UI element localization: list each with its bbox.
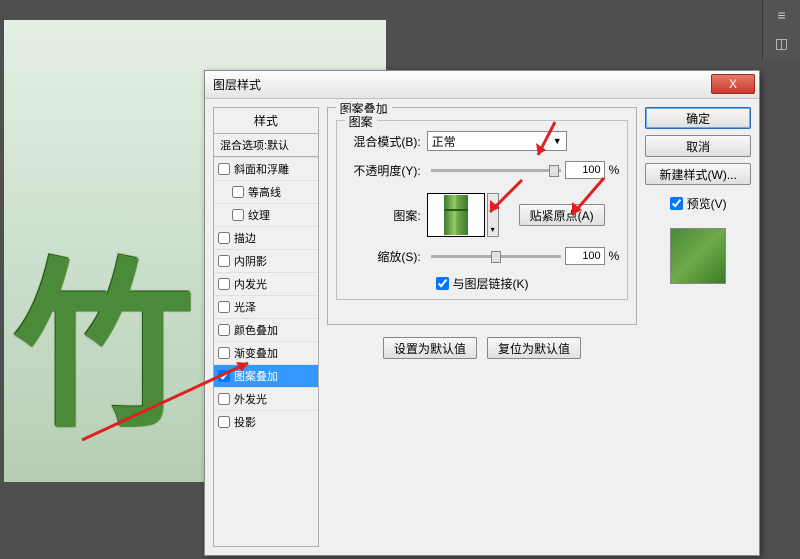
style-label-7: 颜色叠加	[234, 322, 278, 338]
pattern-title: 图案	[345, 113, 377, 130]
style-checkbox-3[interactable]	[218, 232, 230, 244]
dialog-title: 图层样式	[213, 76, 261, 93]
style-label-3: 描边	[234, 230, 256, 246]
style-label-6: 光泽	[234, 299, 256, 315]
center-panel: 图案叠加 图案 混合模式(B): 正常 ▼ 不透明度(Y):	[327, 107, 638, 547]
scale-slider[interactable]	[431, 255, 561, 258]
blend-mode-value: 正常	[432, 133, 456, 150]
toolbar-icon-1[interactable]: ≡	[766, 2, 798, 28]
style-label-2: 纹理	[248, 207, 270, 223]
opacity-thumb[interactable]	[549, 165, 559, 177]
set-default-button[interactable]: 设置为默认值	[383, 337, 477, 359]
reset-default-button[interactable]: 复位为默认值	[487, 337, 581, 359]
style-item-11[interactable]: 投影	[214, 410, 318, 433]
blend-mode-dropdown[interactable]: 正常 ▼	[427, 131, 567, 151]
dialog-body: 样式 混合选项:默认 斜面和浮雕等高线纹理描边内阴影内发光光泽颜色叠加渐变叠加图…	[205, 99, 759, 555]
style-label-1: 等高线	[248, 184, 281, 200]
dialog-titlebar[interactable]: 图层样式 X	[205, 71, 759, 99]
style-checkbox-1[interactable]	[232, 186, 244, 198]
pattern-fieldset: 图案 混合模式(B): 正常 ▼ 不透明度(Y):	[336, 120, 629, 300]
style-checkbox-10[interactable]	[218, 393, 230, 405]
pattern-row: 图案: ▾ 贴紧原点(A)	[345, 193, 620, 237]
opacity-label: 不透明度(Y):	[345, 162, 427, 179]
style-label-11: 投影	[234, 414, 256, 430]
toolbar-icon-2[interactable]: ◫	[766, 30, 798, 56]
blend-mode-row: 混合模式(B): 正常 ▼	[345, 131, 620, 151]
bamboo-pattern-icon	[444, 195, 468, 235]
scale-label: 缩放(S):	[345, 248, 427, 265]
style-label-8: 渐变叠加	[234, 345, 278, 361]
chevron-down-icon: ▼	[553, 136, 562, 146]
style-checkbox-2[interactable]	[232, 209, 244, 221]
style-checkbox-0[interactable]	[218, 163, 230, 175]
right-panel: 确定 取消 新建样式(W)... 预览(V)	[645, 107, 751, 547]
new-style-button[interactable]: 新建样式(W)...	[645, 163, 751, 185]
style-item-3[interactable]: 描边	[214, 226, 318, 249]
cancel-button[interactable]: 取消	[645, 135, 751, 157]
style-item-4[interactable]: 内阴影	[214, 249, 318, 272]
ok-button[interactable]: 确定	[645, 107, 751, 129]
preview-swatch	[670, 228, 726, 284]
style-checkbox-11[interactable]	[218, 416, 230, 428]
style-item-7[interactable]: 颜色叠加	[214, 318, 318, 341]
link-row: 与图层链接(K)	[345, 275, 620, 292]
pattern-label: 图案:	[345, 207, 427, 224]
style-item-0[interactable]: 斜面和浮雕	[214, 157, 318, 180]
style-label-4: 内阴影	[234, 253, 267, 269]
right-toolbar: ≡ ◫	[762, 0, 800, 60]
pattern-swatch[interactable]	[427, 193, 485, 237]
style-checkbox-9[interactable]	[218, 370, 230, 382]
style-checkbox-7[interactable]	[218, 324, 230, 336]
blend-options-row[interactable]: 混合选项:默认	[214, 133, 318, 157]
blend-mode-label: 混合模式(B):	[345, 133, 427, 150]
preview-checkbox[interactable]	[670, 197, 683, 210]
style-item-9[interactable]: 图案叠加	[214, 364, 318, 387]
pattern-dropdown-arrow[interactable]: ▾	[487, 193, 499, 237]
layer-style-dialog: 图层样式 X 样式 混合选项:默认 斜面和浮雕等高线纹理描边内阴影内发光光泽颜色…	[204, 70, 760, 556]
style-label-0: 斜面和浮雕	[234, 161, 289, 177]
style-checkbox-4[interactable]	[218, 255, 230, 267]
scale-row: 缩放(S): %	[345, 247, 620, 265]
style-item-2[interactable]: 纹理	[214, 203, 318, 226]
opacity-row: 不透明度(Y): %	[345, 161, 620, 179]
style-item-10[interactable]: 外发光	[214, 387, 318, 410]
preview-row: 预览(V)	[645, 195, 751, 212]
style-checkbox-5[interactable]	[218, 278, 230, 290]
style-item-5[interactable]: 内发光	[214, 272, 318, 295]
scale-input[interactable]	[565, 247, 605, 265]
style-item-6[interactable]: 光泽	[214, 295, 318, 318]
style-label-9: 图案叠加	[234, 368, 278, 384]
close-button[interactable]: X	[711, 74, 755, 94]
scale-unit: %	[609, 249, 620, 263]
styles-header[interactable]: 样式	[214, 108, 318, 133]
link-label: 与图层链接(K)	[453, 275, 529, 292]
style-label-5: 内发光	[234, 276, 267, 292]
pattern-overlay-group: 图案叠加 图案 混合模式(B): 正常 ▼ 不透明度(Y):	[327, 107, 638, 325]
bamboo-character: 竹	[14, 200, 194, 461]
style-checkbox-6[interactable]	[218, 301, 230, 313]
close-icon: X	[729, 77, 737, 91]
opacity-slider[interactable]	[431, 169, 561, 172]
styles-list: 样式 混合选项:默认 斜面和浮雕等高线纹理描边内阴影内发光光泽颜色叠加渐变叠加图…	[213, 107, 319, 547]
opacity-input[interactable]	[565, 161, 605, 179]
opacity-unit: %	[609, 163, 620, 177]
style-item-1[interactable]: 等高线	[214, 180, 318, 203]
preview-label: 预览(V)	[687, 195, 727, 212]
style-checkbox-8[interactable]	[218, 347, 230, 359]
style-label-10: 外发光	[234, 391, 267, 407]
style-item-8[interactable]: 渐变叠加	[214, 341, 318, 364]
scale-thumb[interactable]	[491, 251, 501, 263]
snap-origin-button[interactable]: 贴紧原点(A)	[519, 204, 605, 226]
default-buttons-row: 设置为默认值 复位为默认值	[327, 337, 638, 359]
link-checkbox[interactable]	[436, 277, 449, 290]
